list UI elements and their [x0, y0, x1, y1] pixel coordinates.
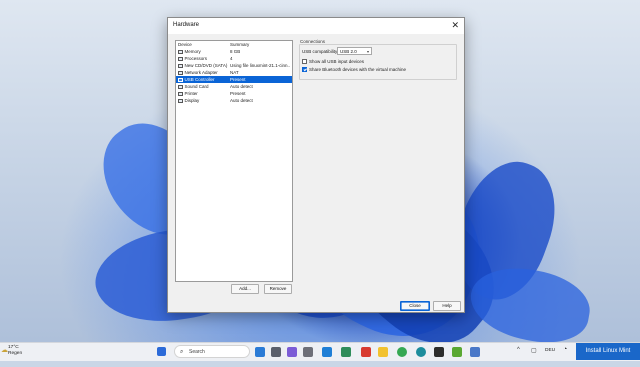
chevron-up-icon[interactable]: ^ — [517, 347, 520, 353]
search-box[interactable]: ⌕ Search — [174, 345, 250, 358]
cd-dvd-icon — [178, 63, 183, 68]
usb-compatibility-select[interactable]: USB 2.0 ▾ — [337, 47, 372, 55]
show-all-usb-checkbox[interactable] — [302, 59, 307, 64]
chrome-icon[interactable] — [397, 347, 407, 357]
device-name: Sound Card — [184, 84, 209, 89]
device-name-cell: Display — [178, 98, 230, 103]
install-linux-mint-notification[interactable]: Install Linux Mint — [576, 343, 640, 360]
close-button[interactable]: Close — [400, 301, 430, 311]
app-icon-2[interactable] — [341, 347, 351, 357]
device-row[interactable]: Network Adapter NAT — [176, 69, 292, 76]
column-summary: Summary — [230, 42, 250, 47]
device-summary: Using file linuxmint-21.1-cinn... — [230, 63, 290, 68]
weather-widget[interactable]: 17°C Regen — [8, 345, 22, 357]
app-icon-3[interactable] — [434, 347, 444, 357]
device-name-cell: Memory — [178, 49, 230, 54]
device-row[interactable]: Sound Card Auto detect — [176, 83, 292, 90]
show-all-usb-label: Show all USB input devices — [309, 59, 365, 64]
device-name-cell: USB Controller — [178, 77, 230, 82]
tray-icon[interactable]: ▢ — [531, 347, 537, 354]
device-name: New CD/DVD (SATA) — [184, 63, 228, 68]
device-list: Device Summary Memory 8 GB Processors 4 New … — [175, 40, 293, 282]
vscode-icon[interactable] — [322, 347, 332, 357]
usb-icon — [178, 77, 183, 82]
device-row[interactable]: New CD/DVD (SATA) Using file linuxmint-21… — [176, 62, 292, 69]
device-name: Printer — [184, 91, 198, 96]
device-summary: NAT — [230, 70, 239, 75]
device-rows: Memory 8 GB Processors 4 New CD/DVD (SATA) Us… — [176, 48, 292, 104]
taskbar: ☁ 17°C Regen ⌕ Search ^ ▢ DEU ◔ — [0, 342, 640, 361]
weather-description: Regen — [8, 351, 23, 356]
app-icon-5[interactable] — [470, 347, 480, 357]
printer-icon — [178, 91, 183, 96]
add-button[interactable]: Add... — [231, 284, 259, 294]
search-icon: ⌕ — [180, 349, 184, 355]
remove-button[interactable]: Remove — [264, 284, 292, 294]
share-bluetooth-checkbox[interactable] — [302, 67, 307, 72]
hardware-dialog: Hardware ✕ Device Summary Memory 8 GB Proc… — [167, 17, 465, 313]
usb-compatibility-label: USB compatibility: — [302, 49, 339, 54]
device-name-cell: Printer — [178, 91, 230, 96]
wifi-icon[interactable]: ◔ — [563, 346, 567, 353]
device-summary: Present — [230, 91, 246, 96]
device-name-cell: Processors — [178, 56, 230, 61]
share-bluetooth-label: Share Bluetooth devices with the virtual… — [309, 67, 407, 72]
dialog-titlebar: Hardware ✕ — [168, 18, 464, 34]
device-summary: Auto detect — [230, 84, 253, 89]
device-name-cell: Sound Card — [178, 84, 230, 89]
language-indicator[interactable]: DEU — [545, 348, 555, 353]
column-device: Device — [178, 42, 192, 47]
weather-cloud-icon[interactable]: ☁ — [1, 347, 8, 354]
device-name: Processors — [184, 56, 208, 61]
device-row[interactable]: USB Controller Present — [176, 76, 292, 83]
task-view-icon[interactable] — [271, 347, 281, 357]
display-icon — [178, 98, 183, 103]
settings-gear-icon[interactable] — [303, 347, 313, 357]
device-summary: Present — [230, 77, 246, 82]
file-explorer-icon[interactable] — [378, 347, 388, 357]
usb-compatibility-value: USB 2.0 — [340, 49, 357, 54]
network-icon — [178, 70, 183, 75]
app-icon-1[interactable] — [255, 347, 265, 357]
processor-icon — [178, 56, 183, 61]
chevron-down-icon: ▾ — [366, 49, 369, 54]
device-summary: 4 — [230, 56, 233, 61]
opera-icon[interactable] — [361, 347, 371, 357]
show-all-usb-row[interactable]: Show all USB input devices — [302, 59, 364, 64]
device-row[interactable]: Printer Present — [176, 90, 292, 97]
device-row[interactable]: Display Auto detect — [176, 97, 292, 104]
share-bluetooth-row[interactable]: Share Bluetooth devices with the virtual… — [302, 67, 406, 72]
device-name: USB Controller — [184, 77, 215, 82]
device-name-cell: New CD/DVD (SATA) — [178, 63, 230, 68]
device-summary: Auto detect — [230, 98, 253, 103]
start-icon[interactable] — [157, 347, 166, 356]
edge-icon[interactable] — [416, 347, 426, 357]
device-name: Memory — [184, 49, 201, 54]
connections-label: Connections — [299, 39, 327, 44]
device-row[interactable]: Processors 4 — [176, 55, 292, 62]
device-name: Network Adapter — [184, 70, 218, 75]
chat-icon[interactable] — [287, 347, 297, 357]
search-placeholder: Search — [189, 349, 205, 355]
sound-icon — [178, 84, 183, 89]
close-icon[interactable]: ✕ — [451, 20, 459, 30]
memory-icon — [178, 49, 183, 54]
help-button[interactable]: Help — [433, 301, 461, 311]
app-icon-4[interactable] — [452, 347, 462, 357]
device-name-cell: Network Adapter — [178, 70, 230, 75]
device-summary: 8 GB — [230, 49, 241, 54]
device-row[interactable]: Memory 8 GB — [176, 48, 292, 55]
device-list-header: Device Summary — [176, 41, 292, 48]
dialog-title: Hardware — [173, 22, 200, 28]
device-name: Display — [184, 98, 200, 103]
